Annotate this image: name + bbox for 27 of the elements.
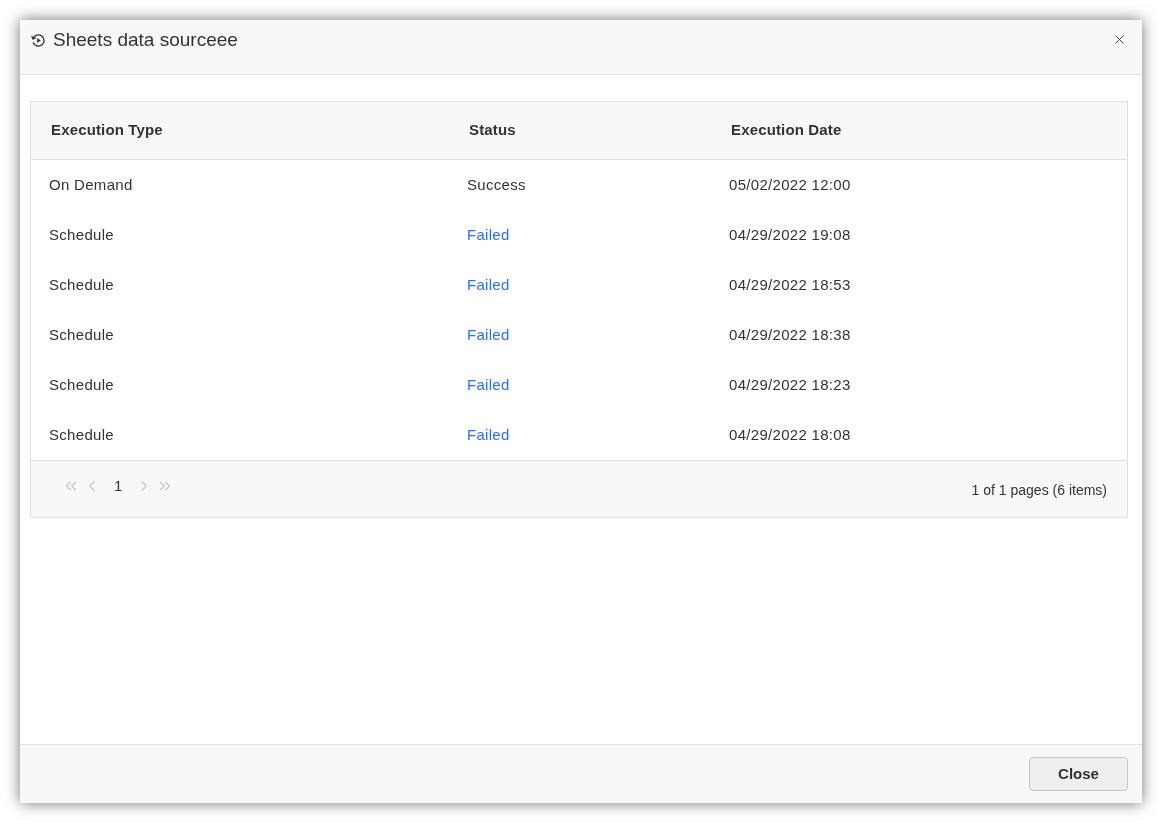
history-icon [31, 32, 46, 48]
dialog-title: Sheets data sourceee [53, 28, 238, 52]
table-cell-text: 04/29/2022 18:08 [728, 424, 851, 445]
status-link[interactable]: Failed [467, 426, 510, 443]
close-icon[interactable] [1112, 32, 1127, 47]
page-number[interactable]: 1 [114, 477, 123, 495]
column-header: Execution Type [50, 120, 164, 141]
close-dialog-button[interactable]: Close [1029, 757, 1128, 791]
column-header: Status [468, 120, 517, 141]
column-header: Execution Date [730, 120, 843, 141]
table-cell-text: Schedule [48, 424, 114, 445]
status-link[interactable]: Failed [467, 226, 510, 243]
status-link[interactable]: Failed [467, 326, 510, 343]
status-link[interactable]: Failed [467, 376, 510, 393]
table-cell-text: 04/29/2022 18:23 [728, 374, 851, 395]
table-cell-text: Schedule [48, 274, 114, 295]
status-text: Success [467, 176, 526, 193]
table-cell-text: 04/29/2022 19:08 [728, 224, 851, 245]
table-cell-text: Schedule [48, 374, 114, 395]
status-link[interactable]: Failed [467, 276, 510, 293]
table-cell-text: 05/02/2022 12:00 [728, 174, 851, 195]
table-cell-text: Schedule [48, 324, 114, 345]
table-cell-text: On Demand [48, 174, 133, 195]
page-info: 1 of 1 pages (6 items) [971, 481, 1107, 500]
table-cell-text: Schedule [48, 224, 114, 245]
table-cell-text: 04/29/2022 18:38 [728, 324, 851, 345]
table-cell-text: 04/29/2022 18:53 [728, 274, 851, 295]
